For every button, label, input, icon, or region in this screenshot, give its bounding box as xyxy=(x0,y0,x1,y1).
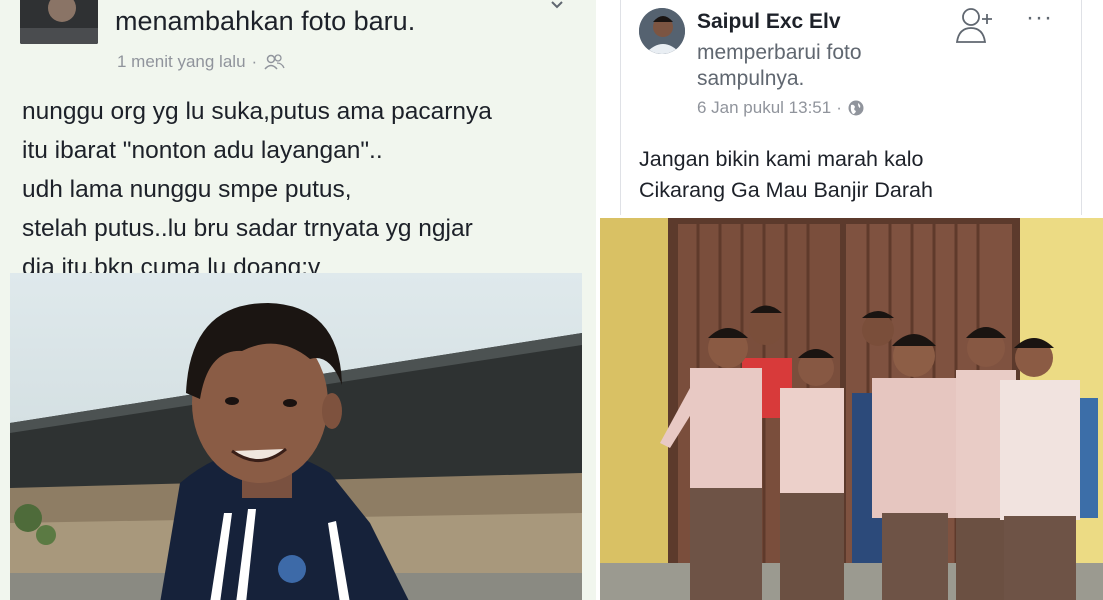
chevron-down-icon[interactable] xyxy=(548,0,566,14)
left-post-meta: 1 menit yang lalu · xyxy=(117,52,285,72)
left-post: menambahkan foto baru. 1 menit yang lalu… xyxy=(0,0,596,600)
right-post-body: Jangan bikin kami marah kalo Cikarang Ga… xyxy=(639,144,933,206)
left-post-body: nunggu org yg lu suka,putus ama pacarnya… xyxy=(22,92,582,287)
body-line: Jangan bikin kami marah kalo xyxy=(639,147,924,171)
more-options-icon[interactable]: ··· xyxy=(1026,4,1053,32)
add-friend-icon[interactable] xyxy=(955,6,997,44)
left-post-timestamp[interactable]: 1 menit yang lalu xyxy=(117,52,246,72)
body-line: Cikarang Ga Mau Banjir Darah xyxy=(639,178,933,202)
body-line: stelah putus..lu bru sadar trnyata yg ng… xyxy=(22,215,473,242)
meta-separator: · xyxy=(251,52,258,71)
right-post-action-text: memperbarui foto sampulnya. xyxy=(697,41,862,90)
right-post-timestamp[interactable]: 6 Jan pukul 13:51 xyxy=(697,98,831,118)
right-post-meta: 6 Jan pukul 13:51 · xyxy=(697,98,865,118)
body-line: nunggu org yg lu suka,putus ama pacarnya xyxy=(22,98,492,125)
body-line: itu ibarat "nonton adu layangan".. xyxy=(22,137,383,164)
left-post-action-text: menambahkan foto baru. xyxy=(115,6,416,36)
post-author-name[interactable]: Saipul Exc Elv xyxy=(697,10,841,34)
right-post-avatar[interactable] xyxy=(639,8,685,54)
meta-separator: · xyxy=(836,98,842,117)
left-post-avatar[interactable] xyxy=(20,0,98,44)
body-line: udh lama nunggu smpe putus, xyxy=(22,176,352,203)
right-post: Saipul Exc Elv memperbarui foto sampulny… xyxy=(620,0,1082,215)
friends-icon[interactable] xyxy=(263,53,285,71)
boy-in-navy-jacket-photo[interactable] xyxy=(10,273,582,600)
globe-icon[interactable] xyxy=(847,99,865,117)
group-of-schoolboys-photo[interactable] xyxy=(600,218,1103,600)
